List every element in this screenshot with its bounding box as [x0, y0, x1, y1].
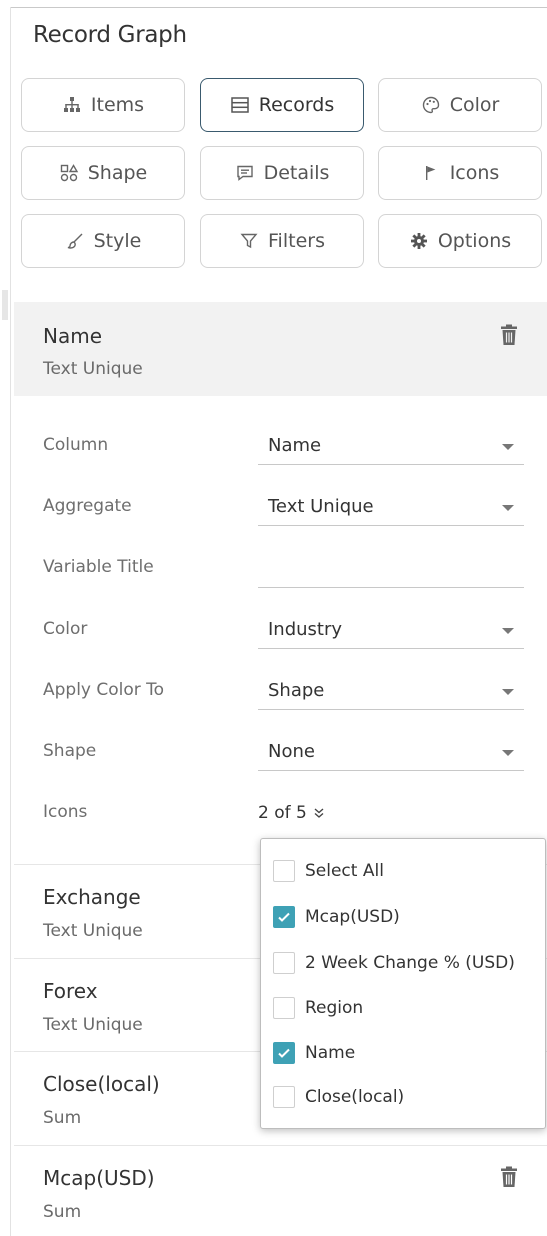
variable-name[interactable]: Exchange	[43, 885, 141, 909]
tab-label: Records	[258, 94, 335, 116]
shapes-icon	[59, 163, 79, 183]
checkbox-checked[interactable]	[273, 906, 295, 928]
tab-label: Icons	[449, 162, 500, 184]
checkbox[interactable]	[273, 1086, 295, 1108]
shape-value: None	[268, 741, 315, 762]
check-icon	[278, 912, 290, 922]
option-close-local[interactable]: Close(local)	[273, 1085, 404, 1109]
checkbox-checked[interactable]	[273, 1042, 295, 1064]
icons-dropdown: Select All Mcap(USD) 2 Week Change % (US…	[260, 838, 546, 1129]
apply-color-to-value: Shape	[268, 680, 325, 701]
option-2-week-change[interactable]: 2 Week Change % (USD)	[273, 951, 515, 975]
option-label: Name	[305, 1043, 356, 1063]
apply-color-to-select[interactable]: Shape	[258, 674, 524, 710]
option-region[interactable]: Region	[273, 996, 363, 1020]
variable-name[interactable]: Close(local)	[43, 1072, 160, 1096]
color-value: Industry	[268, 619, 343, 640]
gear-icon	[409, 231, 429, 251]
variable-name[interactable]: Mcap(USD)	[43, 1166, 155, 1190]
option-name[interactable]: Name	[273, 1041, 355, 1065]
variable-aggregate: Text Unique	[43, 921, 143, 941]
tab-label: Color	[449, 94, 500, 116]
brush-icon	[65, 231, 85, 251]
icons-selected-count: 2 of 5	[258, 803, 307, 823]
option-label: Close(local)	[305, 1087, 405, 1107]
shape-label: Shape	[43, 741, 97, 761]
column-value: Name	[268, 435, 322, 456]
option-label: 2 Week Change % (USD)	[305, 953, 515, 973]
option-mcap-usd[interactable]: Mcap(USD)	[273, 905, 400, 929]
column-label: Column	[43, 435, 109, 455]
caret-down-icon	[502, 689, 514, 695]
caret-down-icon	[502, 505, 514, 511]
tab-icons[interactable]: Icons	[378, 146, 542, 200]
tab-label: Style	[93, 230, 142, 252]
filter-icon	[239, 231, 259, 251]
option-label: Mcap(USD)	[305, 907, 400, 927]
aggregate-value: Text Unique	[268, 496, 374, 517]
option-select-all[interactable]: Select All	[273, 859, 384, 883]
checkbox[interactable]	[273, 860, 295, 882]
color-label: Color	[43, 619, 88, 639]
comment-icon	[235, 163, 255, 183]
tab-label: Shape	[87, 162, 148, 184]
double-chevron-down-icon	[314, 808, 324, 818]
checkbox[interactable]	[273, 997, 295, 1019]
selected-variable-name: Name	[43, 324, 103, 348]
divider	[14, 1145, 547, 1146]
hierarchy-icon	[62, 95, 82, 115]
flag-icon	[421, 163, 441, 183]
tab-color[interactable]: Color	[378, 78, 542, 132]
variable-aggregate: Sum	[43, 1202, 82, 1222]
color-select[interactable]: Industry	[258, 613, 524, 649]
trash-icon[interactable]	[500, 324, 518, 346]
caret-down-icon	[502, 444, 514, 450]
aggregate-label: Aggregate	[43, 496, 132, 516]
tab-label: Items	[90, 94, 145, 116]
icons-label: Icons	[43, 802, 88, 822]
apply-color-to-label: Apply Color To	[43, 680, 165, 700]
tab-style[interactable]: Style	[21, 214, 185, 268]
left-border	[10, 7, 11, 1236]
aggregate-select[interactable]: Text Unique	[258, 490, 524, 526]
palette-icon	[421, 95, 441, 115]
tab-records[interactable]: Records	[200, 78, 364, 132]
check-icon	[278, 1048, 290, 1058]
variable-name[interactable]: Forex	[43, 979, 98, 1003]
trash-icon[interactable]	[500, 1166, 518, 1188]
resize-handle[interactable]	[2, 290, 8, 320]
option-label: Select All	[305, 861, 384, 881]
column-select[interactable]: Name	[258, 429, 524, 465]
tab-filters[interactable]: Filters	[200, 214, 364, 268]
tab-label: Details	[263, 162, 330, 184]
caret-down-icon	[502, 750, 514, 756]
tab-shape[interactable]: Shape	[21, 146, 185, 200]
variable-aggregate: Sum	[43, 1108, 82, 1128]
list-icon	[230, 95, 250, 115]
variable-title-input[interactable]	[258, 552, 524, 588]
panel-title: Record Graph	[33, 22, 187, 48]
tab-label: Filters	[268, 230, 325, 252]
tab-details[interactable]: Details	[200, 146, 364, 200]
shape-select[interactable]: None	[258, 735, 524, 771]
tab-options[interactable]: Options	[378, 214, 542, 268]
variable-aggregate: Text Unique	[43, 1015, 143, 1035]
checkbox[interactable]	[273, 952, 295, 974]
selected-variable-header[interactable]	[14, 302, 547, 396]
variable-title-label: Variable Title	[43, 557, 154, 577]
option-label: Region	[305, 998, 364, 1018]
tab-items[interactable]: Items	[21, 78, 185, 132]
top-border	[10, 7, 547, 8]
icons-multiselect[interactable]: 2 of 5	[258, 803, 325, 823]
caret-down-icon	[502, 628, 514, 634]
selected-variable-aggregate: Text Unique	[43, 359, 143, 379]
tab-label: Options	[437, 230, 512, 252]
